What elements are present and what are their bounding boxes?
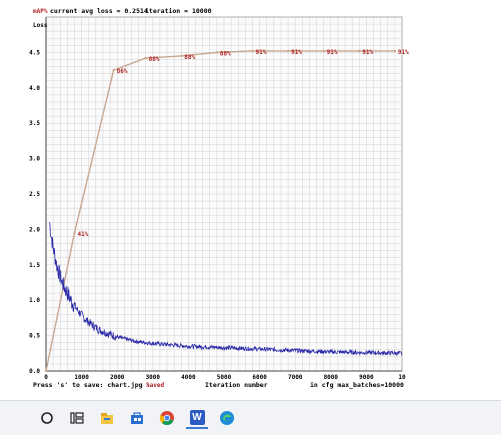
map-point <box>286 49 290 53</box>
map-point-label: 91% <box>291 49 302 56</box>
map-point <box>358 49 361 53</box>
footer-saved: Saved <box>146 382 164 389</box>
map-point <box>144 56 147 60</box>
map-point-label: 91% <box>362 49 373 56</box>
x-tick-label: 3000 <box>146 374 161 381</box>
chrome-icon[interactable] <box>156 407 178 429</box>
map-point-label: 91% <box>327 49 338 56</box>
map-point-label: 91% <box>255 49 266 56</box>
x-tick-label: 10 <box>398 374 406 381</box>
x-tick-label: 0 <box>44 374 48 381</box>
x-tick-label: 8000 <box>324 374 339 381</box>
edge-icon[interactable] <box>216 407 238 429</box>
search-circle-icon[interactable] <box>36 407 58 429</box>
map-point <box>73 231 76 235</box>
y-tick-label: 1.5 <box>29 262 40 269</box>
map-point-label: 88% <box>149 56 160 63</box>
header-avg-loss: current avg loss = 0.2514 <box>50 7 148 15</box>
map-point-label: 86% <box>117 68 128 75</box>
y-tick-label: 3.0 <box>29 156 40 163</box>
y-tick-label: 2.5 <box>29 191 40 198</box>
map-point <box>393 49 397 53</box>
y-tick-label: 1.0 <box>29 297 40 304</box>
store-icon[interactable] <box>126 407 148 429</box>
x-tick-label: 5000 <box>217 374 232 381</box>
y-tick-label: 3.5 <box>29 120 40 127</box>
header-iteration: iteration = 10000 <box>145 7 212 15</box>
map-point-label: 88% <box>220 50 231 57</box>
x-tick-label: 1000 <box>74 374 89 381</box>
map-point-label: 91% <box>398 49 409 56</box>
footer-press: Press 's' to save: chart.jpg - <box>33 381 150 389</box>
map-point <box>180 54 183 58</box>
y-tick-label: 0.5 <box>29 333 40 340</box>
y-tick-label: 4.5 <box>29 49 40 56</box>
x-tick-label: 7000 <box>288 374 303 381</box>
y-tick-label: 4.0 <box>29 85 40 92</box>
map-point <box>112 68 115 72</box>
chart-window: 0.0 0.5 1.0 1.5 2.0 2.5 3.0 3.5 4.0 4.5 0 1000 2000 3… <box>0 0 501 400</box>
y-tick-label: 2.0 <box>29 226 40 233</box>
y-tick-label: 0.0 <box>29 368 40 375</box>
x-tick-label: 2000 <box>110 374 125 381</box>
word-letter: W <box>189 409 205 425</box>
legend-map: mAP% <box>33 8 48 15</box>
x-tick-label: 9000 <box>359 374 374 381</box>
taskbar: W <box>0 400 501 435</box>
map-point-label: 88% <box>184 54 195 61</box>
map-point-label: 41% <box>77 231 88 238</box>
x-tick-label: 4000 <box>181 374 196 381</box>
map-point <box>215 51 219 54</box>
map-point <box>322 49 325 53</box>
task-view-icon[interactable] <box>66 407 88 429</box>
map-point <box>251 49 254 53</box>
file-explorer-icon[interactable] <box>96 407 118 429</box>
legend-loss: Loss <box>33 22 48 29</box>
loss-chart: 0.0 0.5 1.0 1.5 2.0 2.5 3.0 3.5 4.0 4.5 0 1000 2000 3… <box>29 7 409 389</box>
x-tick-label: 6000 <box>252 374 267 381</box>
footer-xlabel: Iteration number <box>205 381 268 389</box>
map-point <box>44 369 48 373</box>
word-icon[interactable]: W <box>186 407 208 429</box>
footer-max-batches: in cfg max_batches=10000 <box>310 381 404 389</box>
